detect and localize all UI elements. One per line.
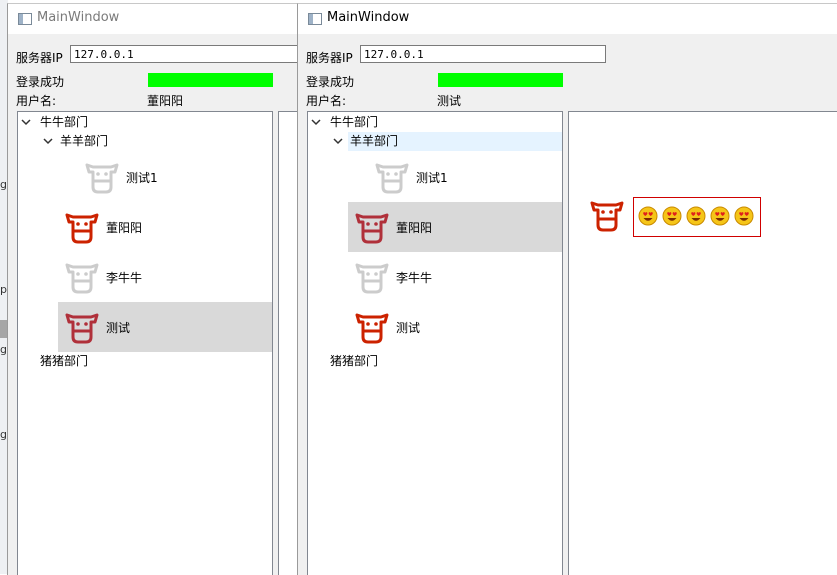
login-status-indicator <box>438 73 563 87</box>
app-window-icon <box>18 13 32 25</box>
tree-node-subdepartment[interactable]: 羊羊部门 <box>350 132 398 150</box>
cow-online-icon <box>65 313 99 344</box>
background-text: p <box>0 283 7 296</box>
user-name: 李牛牛 <box>106 271 143 285</box>
cow-online-icon <box>590 201 624 232</box>
tree-node-subdepartment[interactable]: 羊羊部门 <box>60 132 108 150</box>
tree-node-department[interactable]: 猪猪部门 <box>40 352 88 370</box>
window-title: MainWindow <box>37 10 120 25</box>
user-name: 董阳阳 <box>396 221 433 235</box>
window-title: MainWindow <box>327 10 410 25</box>
cow-offline-icon <box>375 163 409 194</box>
tree-user-item[interactable]: 测试1 <box>58 152 272 202</box>
tree-user-item[interactable]: 董阳阳 <box>58 202 272 252</box>
heart-eyes-emoji-icon <box>710 206 730 226</box>
server-ip-input[interactable]: 127.0.0.1 <box>360 45 606 63</box>
tree-user-item-selected[interactable]: 测试 <box>58 302 272 352</box>
background-text: g <box>0 178 7 191</box>
app-window-icon <box>308 13 322 25</box>
chat-message-bubble <box>633 197 761 237</box>
tree-node-department[interactable]: 牛牛部门 <box>330 113 378 131</box>
chevron-down-icon[interactable] <box>308 113 324 131</box>
user-name: 测试 <box>106 321 131 335</box>
tree-node-department[interactable]: 牛牛部门 <box>40 113 88 131</box>
user-name: 测试1 <box>126 171 158 185</box>
user-name: 测试 <box>396 321 421 335</box>
login-status-label: 登录成功 <box>16 75 65 89</box>
main-window-1: MainWindow 服务器IP 127.0.0.1 登录成功 用户名: 董阳阳… <box>7 3 308 575</box>
cow-online-icon <box>355 213 389 244</box>
login-status-indicator <box>148 73 273 87</box>
user-name: 李牛牛 <box>396 271 433 285</box>
tree-user-item[interactable]: 测试1 <box>348 152 562 202</box>
chevron-down-icon[interactable] <box>40 132 56 150</box>
username-label: 用户名: <box>16 94 57 108</box>
server-ip-label: 服务器IP <box>306 51 353 65</box>
title-bar[interactable]: MainWindow <box>298 4 837 34</box>
tree-user-item-selected[interactable]: 董阳阳 <box>348 202 562 252</box>
user-name: 测试1 <box>416 171 448 185</box>
main-window-2: MainWindow 服务器IP 127.0.0.1 登录成功 用户名: 测试 … <box>297 3 837 575</box>
tree-node-department[interactable]: 猪猪部门 <box>330 352 378 370</box>
cow-offline-icon <box>85 163 119 194</box>
server-ip-label: 服务器IP <box>16 51 63 65</box>
tree-user-item[interactable]: 李牛牛 <box>58 252 272 302</box>
tree-user-item[interactable]: 李牛牛 <box>348 252 562 302</box>
heart-eyes-emoji-icon <box>638 206 658 226</box>
heart-eyes-emoji-icon <box>662 206 682 226</box>
cow-online-icon <box>65 213 99 244</box>
cow-online-icon <box>355 313 389 344</box>
username-label: 用户名: <box>306 94 347 108</box>
server-ip-input[interactable]: 127.0.0.1 <box>70 45 308 63</box>
username-value: 测试 <box>437 94 462 108</box>
chevron-down-icon[interactable] <box>330 132 346 150</box>
background-text: g <box>0 343 7 356</box>
tree-user-item[interactable]: 测试 <box>348 302 562 352</box>
heart-eyes-emoji-icon <box>686 206 706 226</box>
heart-eyes-emoji-icon <box>734 206 754 226</box>
cow-offline-icon <box>355 263 389 294</box>
chat-panel[interactable] <box>568 111 837 575</box>
chevron-down-icon[interactable] <box>18 113 34 131</box>
contact-tree[interactable]: 牛牛部门 羊羊部门 测试1 董阳阳 李牛牛 测试 猪猪部门 <box>307 111 563 575</box>
login-status-label: 登录成功 <box>306 75 355 89</box>
username-value: 董阳阳 <box>147 94 184 108</box>
cow-offline-icon <box>65 263 99 294</box>
user-name: 董阳阳 <box>106 221 143 235</box>
contact-tree[interactable]: 牛牛部门 羊羊部门 测试1 董阳阳 李牛牛 测试 猪猪部门 <box>17 111 273 575</box>
title-bar[interactable]: MainWindow <box>8 4 308 34</box>
background-text: g <box>0 428 7 441</box>
